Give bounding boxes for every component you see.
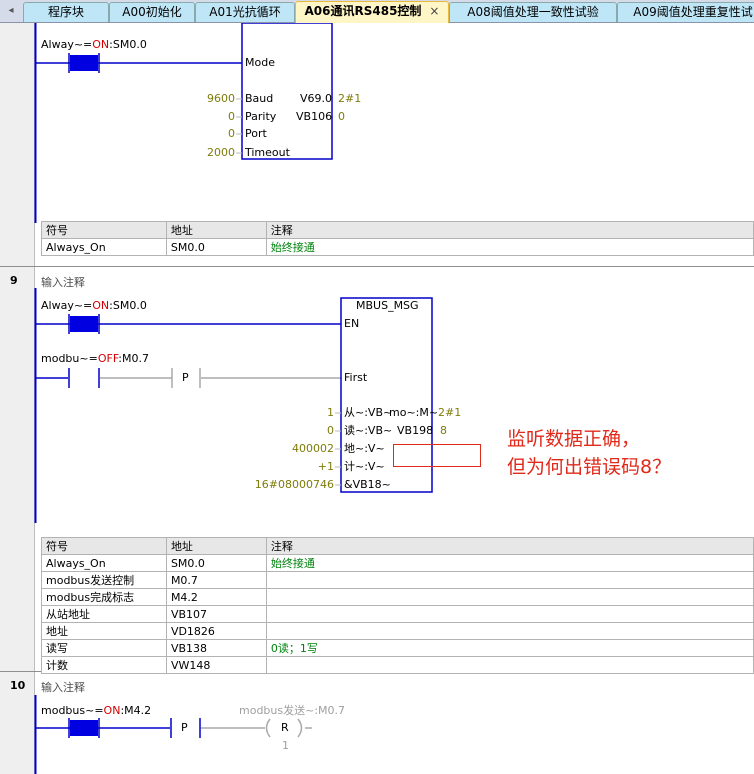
table-row: 计数 VW148 — [41, 656, 754, 674]
table-row: Always_On SM0.0 始终接通 — [41, 238, 754, 256]
highlight-box — [393, 444, 481, 467]
tab-a01[interactable]: A01光抗循环 — [195, 2, 295, 22]
annotation-text: 监听数据正确， 但为何出错误码8？ — [507, 428, 672, 478]
network-comment[interactable]: 输入注释 — [41, 679, 85, 695]
network-number: 10 — [10, 679, 26, 692]
symbol-table: 符号 地址 注释 Always_On SM0.0 始终接通 modbus发送控制 M0.7… — [41, 537, 754, 674]
param-pin: 地~:V~ — [344, 442, 385, 455]
network-number: 9 — [10, 274, 18, 287]
p-contact-label: P — [182, 371, 189, 384]
p-contact-label: P — [181, 721, 188, 734]
contact-label: modbu~=OFF:M0.7 — [41, 352, 149, 365]
param-pin: 读~:VB~ — [344, 424, 393, 437]
contact-always-on[interactable] — [70, 316, 98, 332]
tab-scroll-left-icon[interactable]: ◂ — [0, 0, 22, 22]
close-icon[interactable]: × — [429, 4, 439, 18]
block-title: MBUS_MSG — [356, 299, 419, 312]
coil-type: R — [281, 721, 289, 734]
table-row: modbus完成标志 M4.2 — [41, 588, 754, 606]
table-row: 读写 VB138 0读；1写 — [41, 639, 754, 657]
output-value: 0 — [338, 110, 345, 123]
tab-program-block[interactable]: 程序块 — [23, 2, 109, 22]
pin-port: Port — [245, 127, 267, 140]
output-value: 2#1 — [338, 92, 362, 105]
pin-parity: Parity — [245, 110, 277, 123]
param-value: 400002 — [292, 442, 334, 455]
tab-a08[interactable]: A08阈值处理一致性试验 — [449, 2, 617, 22]
input-value: 0 — [228, 110, 235, 123]
contact-modbus-done[interactable] — [70, 720, 98, 736]
table-row: 从站地址 VB107 — [41, 605, 754, 623]
tab-label: 程序块 — [47, 5, 84, 19]
param-pin: &VB18~ — [344, 478, 391, 491]
col-header: 注释 — [265, 537, 754, 555]
col-header: 符号 — [41, 537, 167, 555]
col-header: 注释 — [265, 221, 754, 239]
error-code-value: 8 — [440, 424, 447, 437]
tab-label: A09阈值处理重复性试 — [633, 5, 753, 19]
table-row: modbus发送控制 M0.7 — [41, 571, 754, 589]
contact-label: modbus~=ON:M4.2 — [41, 704, 152, 717]
output-address: VB198 — [397, 424, 434, 437]
param-value: +1 — [317, 460, 334, 473]
output-pin: mo~:M~ — [389, 406, 439, 419]
param-pin: 从~:VB~ — [344, 406, 393, 419]
input-value: 9600 — [207, 92, 235, 105]
param-value: 1 — [327, 406, 334, 419]
reset-coil[interactable] — [265, 718, 271, 738]
contact-label: Alway~=ON:SM0.0 — [41, 38, 147, 51]
contact-always-on[interactable] — [70, 55, 98, 71]
tab-a09[interactable]: A09阈值处理重复性试 — [617, 2, 754, 22]
contact-label: Alway~=ON:SM0.0 — [41, 299, 147, 312]
ladder-editor[interactable]: Alway~=ON:SM0.0 Mode Baud Parity Port Ti… — [0, 23, 754, 774]
table-row: 地址 VD1826 — [41, 622, 754, 640]
output-value: 2#1 — [438, 406, 462, 419]
network-comment[interactable]: 输入注释 — [41, 274, 85, 290]
pin-en: EN — [344, 317, 360, 330]
coil-label: modbus发送~:M0.7 — [239, 704, 346, 717]
pin-timeout: Timeout — [245, 146, 290, 159]
symbol-table: 符号 地址 注释 Always_On SM0.0 始终接通 — [41, 221, 754, 256]
tab-label: A00初始化 — [122, 5, 182, 19]
col-header: 符号 — [41, 221, 167, 239]
pin-mode: Mode — [245, 56, 275, 69]
tab-label: A08阈值处理一致性试验 — [467, 5, 599, 19]
input-value: 2000 — [207, 146, 235, 159]
output-address: VB106 — [296, 110, 333, 123]
col-header: 地址 — [165, 537, 267, 555]
input-value: 0 — [228, 127, 235, 140]
tab-label: A06通讯RS485控制 — [304, 4, 422, 18]
tab-bar: ◂ 程序块 A00初始化 A01光抗循环 A06通讯RS485控制 × A08阈值… — [0, 0, 754, 23]
coil-count: 1 — [282, 739, 289, 752]
tab-label: A01光抗循环 — [209, 5, 281, 19]
param-value: 16#08000746 — [254, 478, 334, 491]
param-pin: 计~:V~ — [344, 460, 385, 473]
tab-a00[interactable]: A00初始化 — [109, 2, 195, 22]
pin-first: First — [344, 371, 368, 384]
tab-a06[interactable]: A06通讯RS485控制 × — [295, 1, 449, 23]
pin-baud: Baud — [245, 92, 274, 105]
output-address: V69.0 — [300, 92, 333, 105]
param-value: 0 — [327, 424, 334, 437]
col-header: 地址 — [165, 221, 267, 239]
table-row: Always_On SM0.0 始终接通 — [41, 554, 754, 572]
